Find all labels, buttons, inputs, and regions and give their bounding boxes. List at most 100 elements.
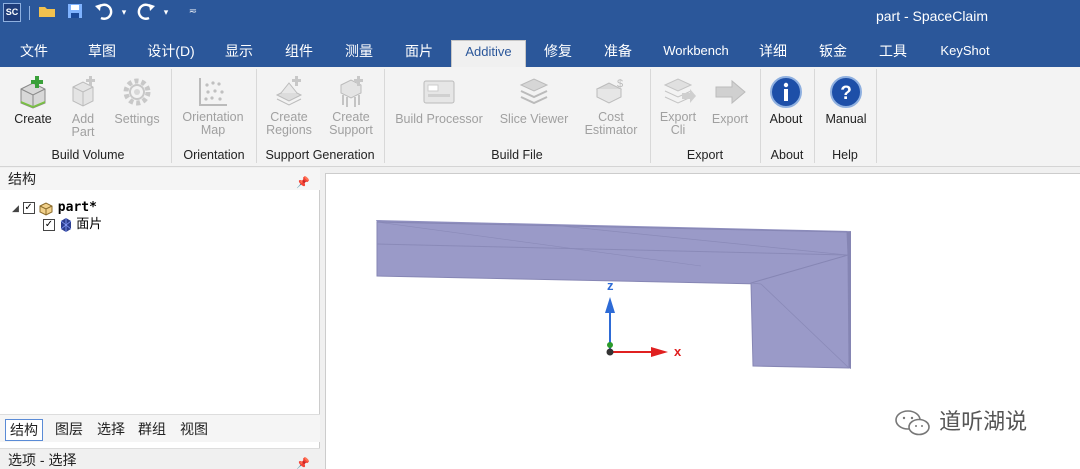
tab-file[interactable]: 文件	[10, 40, 58, 67]
group-label-build-volume: Build Volume	[51, 148, 125, 162]
app-logo[interactable]: SC	[3, 3, 21, 22]
orientation-map-icon	[195, 75, 231, 109]
export-button[interactable]: Export	[706, 75, 754, 126]
add-part-icon	[65, 75, 101, 109]
export-label: Export	[711, 112, 749, 126]
create-support-button[interactable]: Create Support	[322, 75, 380, 137]
part-component-icon	[39, 202, 53, 216]
cost-estimator-icon: $	[593, 75, 629, 109]
manual-button[interactable]: ? Manual	[819, 75, 873, 126]
tab-tools[interactable]: 工具	[872, 40, 914, 67]
tab-sketch[interactable]: 草图	[78, 40, 126, 67]
tab-groups[interactable]: 群组	[138, 419, 166, 441]
slice-viewer-icon	[516, 75, 552, 109]
panel-tabs: 结构 图层 选择 群组 视图	[0, 414, 320, 442]
options-panel-title: 选项 - 选择	[8, 452, 77, 468]
pin-icon[interactable]: 📌	[296, 172, 310, 194]
orientation-map-label: Orientation Map	[182, 110, 244, 137]
ribbon: Create Add Part Settings Orientation Map…	[0, 67, 1080, 167]
create-button[interactable]: Create	[6, 75, 60, 126]
tab-structure[interactable]: 结构	[5, 419, 43, 441]
save-icon[interactable]	[66, 3, 84, 21]
tree-item-facets[interactable]: ✓ 面片	[43, 215, 102, 232]
svg-text:?: ?	[840, 83, 852, 104]
tab-facets[interactable]: 面片	[398, 40, 440, 67]
create-regions-button[interactable]: Create Regions	[260, 75, 318, 137]
group-label-about: About	[770, 148, 804, 162]
facets-label: 面片	[76, 216, 103, 231]
title-bar: SC ▾ ▾ ≂ part - SpaceClaim	[0, 0, 1080, 36]
customize-quick-access-icon[interactable]: ≂	[188, 3, 198, 21]
tab-design[interactable]: 设计(D)	[140, 40, 202, 67]
orientation-map-button[interactable]: Orientation Map	[176, 75, 250, 137]
part-label: part*	[57, 200, 97, 215]
create-regions-icon	[271, 75, 307, 109]
tab-display[interactable]: 显示	[218, 40, 260, 67]
facets-checkbox[interactable]: ✓	[43, 218, 55, 231]
build-processor-button[interactable]: Build Processor	[390, 75, 488, 126]
undo-icon[interactable]	[93, 3, 115, 21]
cost-estimator-button[interactable]: $ Cost Estimator	[578, 75, 644, 137]
export-arrow-icon	[712, 75, 748, 109]
settings-label: Settings	[114, 112, 160, 126]
svg-text:$: $	[617, 78, 623, 90]
add-part-label: Add Part	[71, 112, 95, 139]
watermark: 道听湖说	[893, 404, 1027, 440]
settings-gear-icon	[119, 75, 155, 109]
tree-item-part[interactable]: ◢ ✓ part*	[12, 198, 97, 216]
export-cli-icon	[660, 75, 696, 109]
group-label-export: Export	[686, 148, 724, 162]
build-processor-label: Build Processor	[395, 112, 483, 126]
about-label: About	[769, 112, 803, 126]
tab-workbench[interactable]: Workbench	[658, 40, 734, 67]
add-part-button[interactable]: Add Part	[62, 75, 104, 139]
about-button[interactable]: About	[763, 75, 809, 126]
help-icon: ?	[828, 75, 864, 109]
group-label-orientation: Orientation	[183, 148, 245, 162]
create-build-volume-icon	[15, 75, 51, 109]
ribbon-tabs: 文件 草图 设计(D) 显示 组件 测量 面片 Additive 修复 准备 W…	[0, 36, 1080, 67]
cost-estimator-label: Cost Estimator	[584, 110, 638, 137]
tab-detail[interactable]: 详细	[752, 40, 794, 67]
tab-layers[interactable]: 图层	[55, 419, 83, 441]
quick-access-separator	[29, 6, 30, 20]
manual-label: Manual	[825, 112, 867, 126]
open-folder-icon[interactable]	[38, 3, 56, 21]
z-axis-label: z	[607, 278, 614, 293]
group-separator	[876, 69, 877, 163]
tab-additive[interactable]: Additive	[451, 40, 526, 67]
wechat-icon	[893, 408, 933, 438]
group-label-support-generation: Support Generation	[265, 148, 375, 162]
tab-selection[interactable]: 选择	[97, 419, 125, 441]
tab-sheet-metal[interactable]: 钣金	[812, 40, 854, 67]
x-axis-label: x	[674, 344, 682, 359]
create-support-icon	[333, 75, 369, 109]
pin-icon[interactable]: 📌	[296, 453, 310, 469]
slice-viewer-button[interactable]: Slice Viewer	[494, 75, 574, 126]
window-title: part - SpaceClaim	[875, 8, 988, 24]
redo-icon[interactable]	[135, 3, 157, 21]
create-regions-label: Create Regions	[266, 110, 312, 137]
group-label-help: Help	[832, 148, 858, 162]
undo-dropdown-icon[interactable]: ▾	[119, 3, 129, 21]
redo-dropdown-icon[interactable]: ▾	[161, 3, 171, 21]
options-panel-header: 选项 - 选择 📌	[0, 448, 320, 469]
export-cli-label: Export Cli	[659, 110, 697, 137]
create-label: Create	[14, 112, 52, 126]
create-support-label: Create Support	[329, 110, 373, 137]
collapse-triangle-icon[interactable]: ◢	[12, 203, 19, 213]
tab-keyshot[interactable]: KeyShot	[933, 40, 997, 67]
group-label-build-file: Build File	[491, 148, 543, 162]
settings-button[interactable]: Settings	[110, 75, 164, 126]
export-cli-button[interactable]: Export Cli	[654, 75, 702, 137]
facet-body-icon	[60, 217, 71, 232]
info-icon	[768, 75, 804, 109]
tab-repair[interactable]: 修复	[537, 40, 579, 67]
tab-views[interactable]: 视图	[180, 419, 208, 441]
structure-panel-header: 结构 📌	[0, 168, 320, 190]
tab-measure[interactable]: 测量	[338, 40, 380, 67]
structure-panel-title: 结构	[8, 171, 36, 187]
tab-prepare[interactable]: 准备	[597, 40, 639, 67]
part-checkbox[interactable]: ✓	[22, 201, 35, 214]
tab-assembly[interactable]: 组件	[278, 40, 320, 67]
